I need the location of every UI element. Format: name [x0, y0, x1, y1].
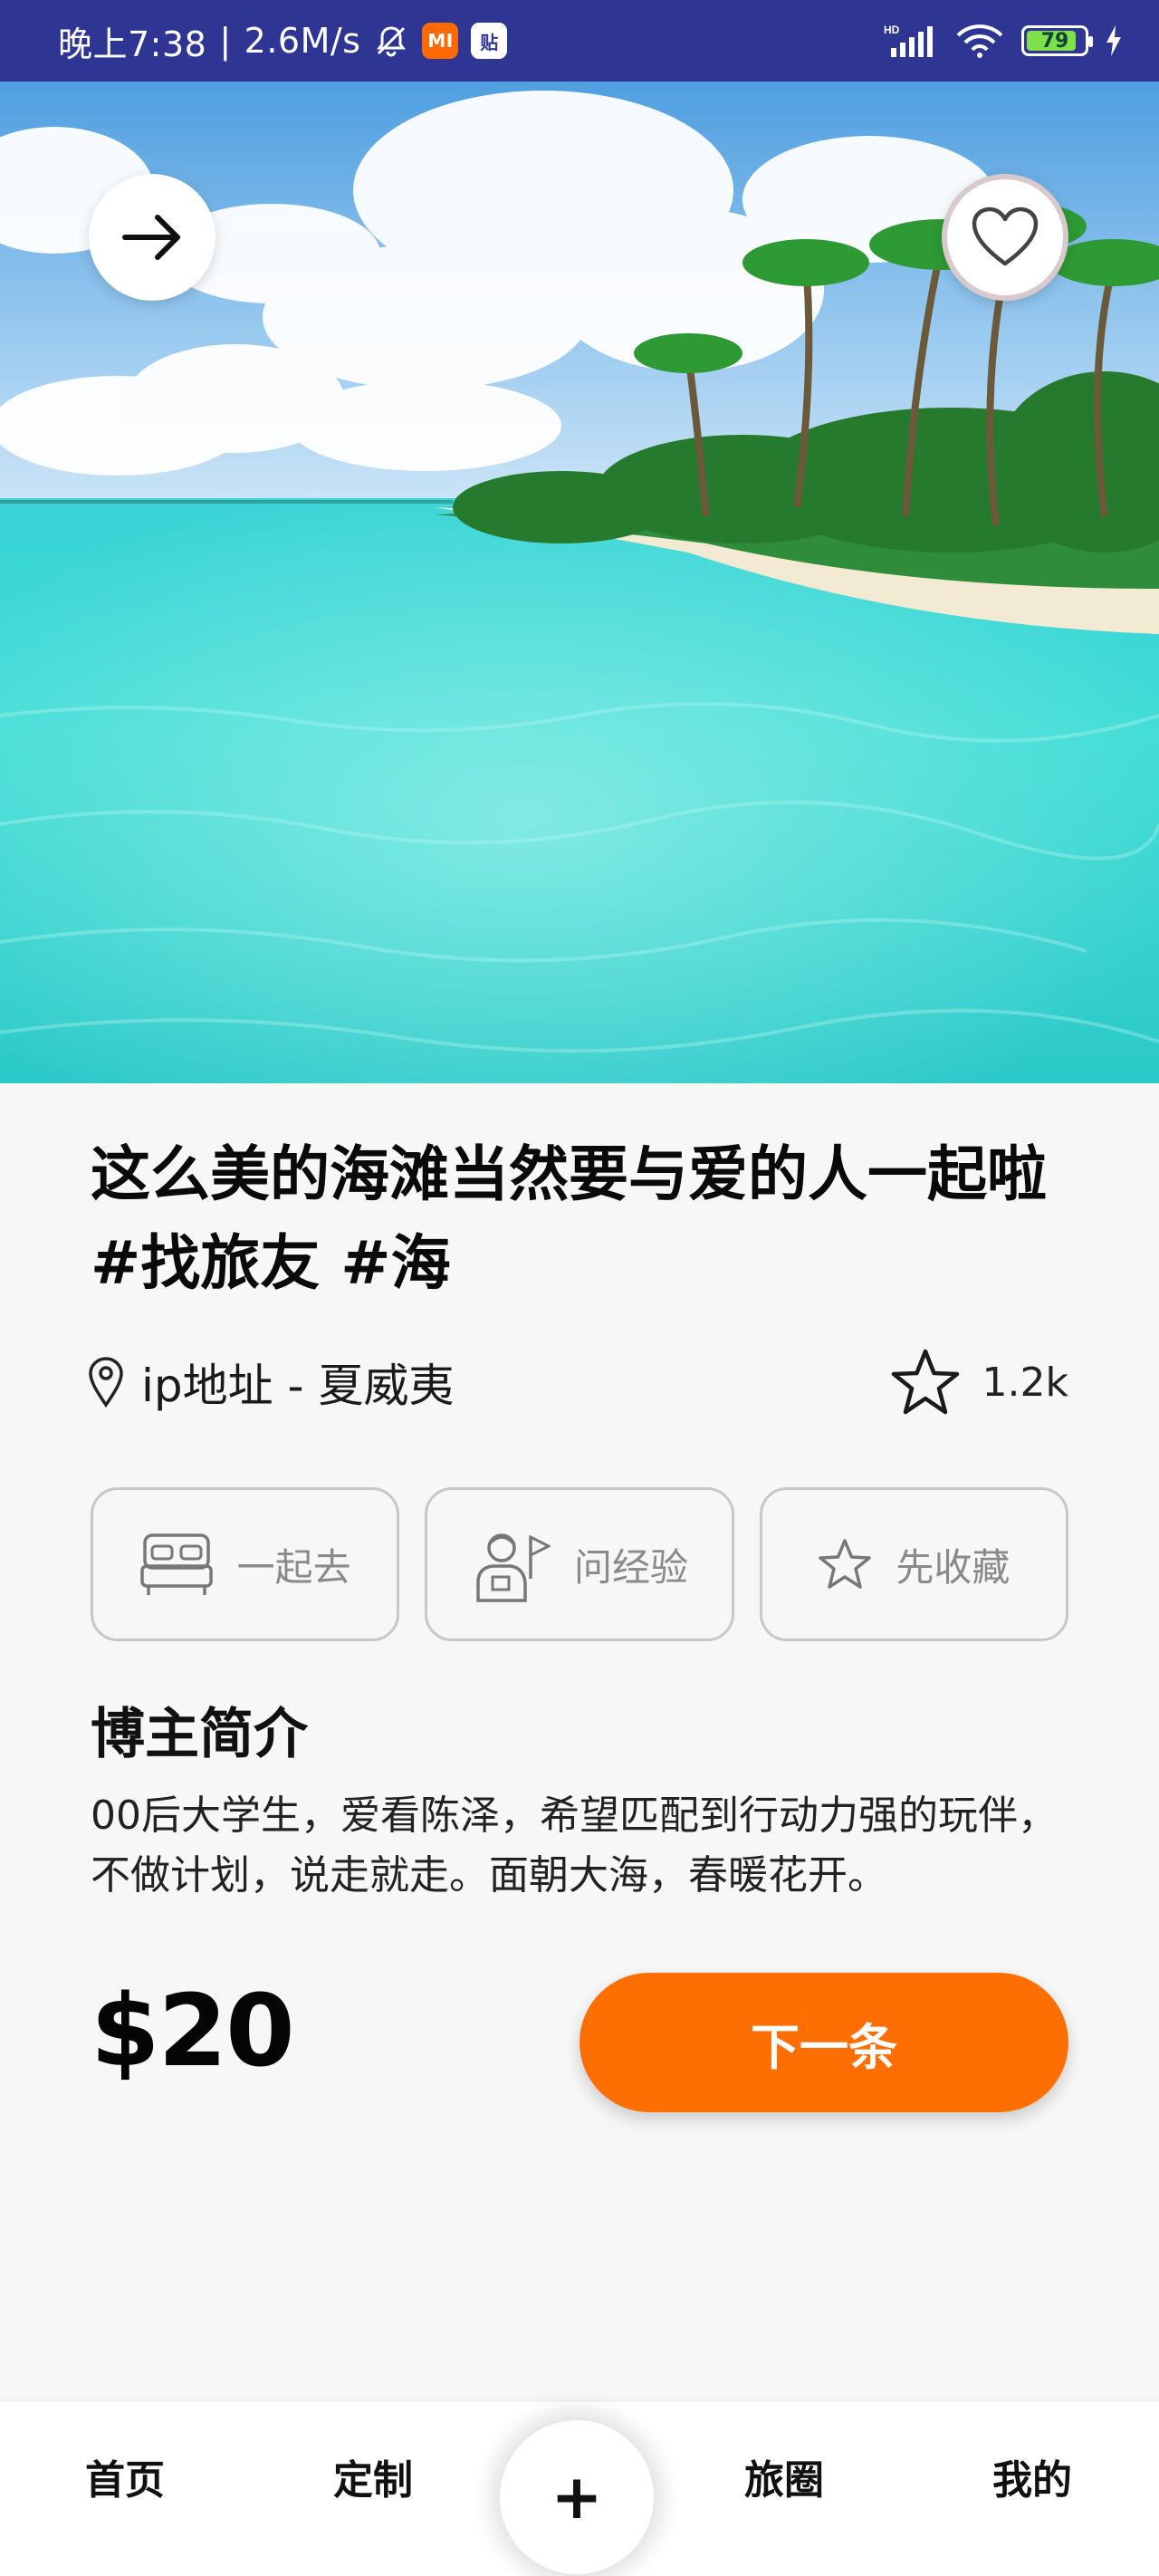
status-right: HD 79 — [884, 23, 1123, 59]
heart-icon — [972, 207, 1039, 266]
charging-icon — [1105, 25, 1123, 56]
post-title: 这么美的海滩当然要与爱的人一起啦 #找旅友 #海 — [91, 1139, 1047, 1298]
status-bar: 晚上7:38 | 2.6M/s MI 贴 HD 79 — [0, 0, 1159, 82]
next-post-button[interactable]: 下一条 — [580, 1973, 1068, 2112]
bed-icon — [139, 1533, 213, 1595]
mi-app-icon: MI — [422, 23, 459, 59]
hd-label: HD — [884, 24, 900, 36]
location-text: ip地址 - 夏威夷 — [141, 1360, 455, 1412]
nav-custom[interactable]: 定制 — [333, 2447, 413, 2505]
network-speed: 2.6M/s — [244, 21, 361, 61]
nav-add-button[interactable]: + — [522, 2443, 631, 2552]
location-pin-icon — [89, 1357, 123, 1408]
go-together-label: 一起去 — [236, 1544, 351, 1590]
save-first-button[interactable]: 先收藏 — [759, 1487, 1068, 1641]
status-time: 晚上7:38 — [58, 24, 207, 64]
hero-image — [0, 82, 1159, 1083]
battery-indicator: 79 — [1021, 25, 1093, 56]
nav-travel-circle[interactable]: 旅圈 — [744, 2447, 824, 2505]
blogger-description: 00后大学生，爱看陈泽，希望匹配到行动力强的玩伴，不做计划，说走就走。面朝大海，… — [91, 1793, 1058, 1898]
star-icon — [891, 1349, 959, 1415]
star-count-text: 1.2k — [982, 1359, 1068, 1406]
nav-mine[interactable]: 我的 — [992, 2447, 1072, 2505]
ask-experience-button[interactable]: 问经验 — [425, 1487, 734, 1641]
blogger-intro-heading: 博主简介 — [91, 1703, 308, 1766]
signal-icon: HD — [884, 23, 938, 59]
next-arrow-button[interactable] — [89, 174, 216, 301]
nav-add-wrapper: + — [500, 2420, 654, 2574]
tieba-app-icon: 贴 — [471, 23, 508, 59]
wifi-icon — [954, 23, 1005, 59]
location-row: ip地址 - 夏威夷 — [87, 1350, 454, 1415]
star-count[interactable]: 1.2k — [890, 1348, 1068, 1417]
battery-level: 79 — [1040, 29, 1069, 53]
status-left: 晚上7:38 | 2.6M/s MI 贴 — [58, 16, 508, 66]
save-first-label: 先收藏 — [896, 1544, 1011, 1590]
go-together-button[interactable]: 一起去 — [91, 1487, 400, 1641]
ask-experience-label: 问经验 — [573, 1544, 688, 1590]
arrow-right-icon — [122, 215, 180, 260]
nav-home[interactable]: 首页 — [85, 2447, 165, 2505]
bell-off-icon — [373, 23, 409, 59]
like-button[interactable] — [942, 174, 1068, 301]
star-outline-icon — [819, 1539, 872, 1589]
price-label: $20 — [91, 1973, 295, 2089]
status-separator: | — [219, 21, 232, 61]
action-buttons: 一起去 问经验 先收藏 — [91, 1487, 1068, 1641]
guide-icon — [476, 1533, 551, 1602]
bottom-nav: 首页 定制 + 旅圈 我的 — [0, 2402, 1159, 2576]
